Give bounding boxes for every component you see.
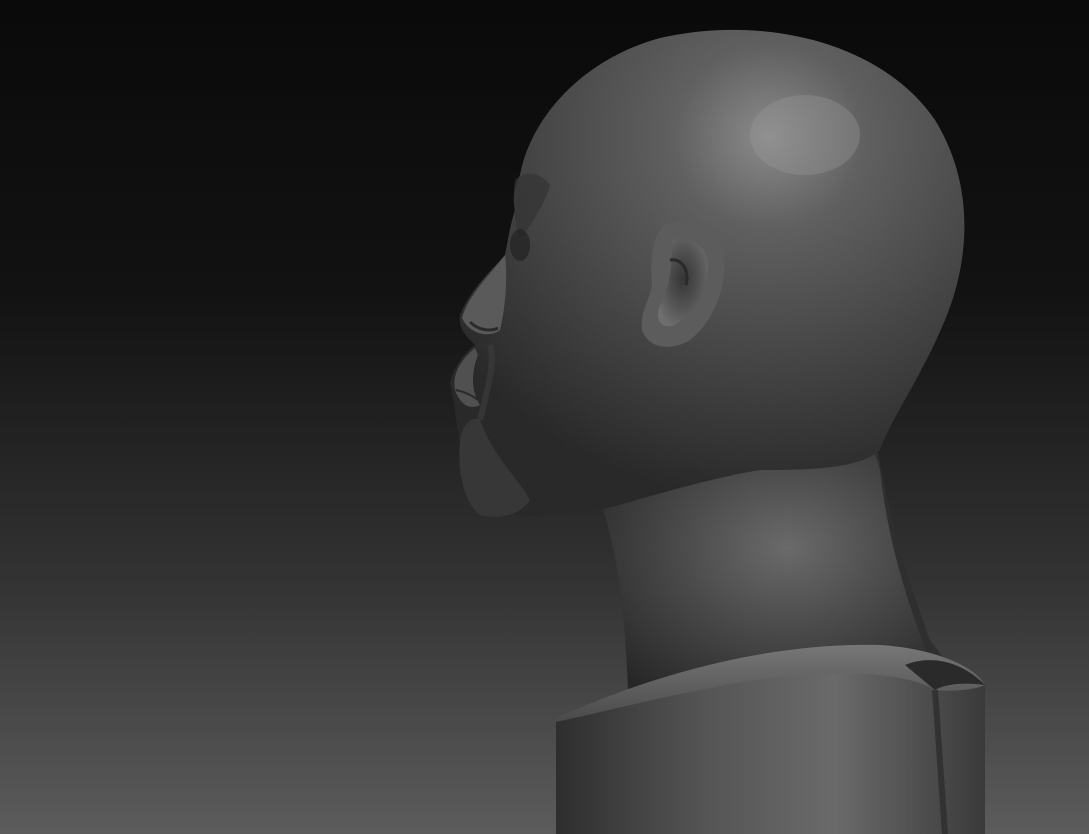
skull-highlight (750, 95, 860, 175)
sculpt-render (0, 0, 1089, 834)
sculpt-viewport[interactable] (0, 0, 1089, 834)
eye-socket (510, 229, 530, 261)
